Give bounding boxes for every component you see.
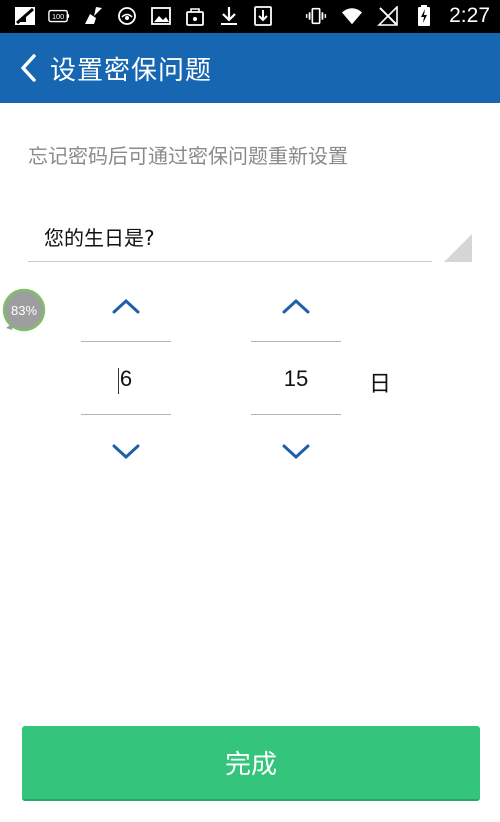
signal-off-icon	[14, 6, 36, 26]
chevron-left-icon	[21, 54, 36, 82]
month-divider-top	[81, 341, 171, 342]
battery-100-icon: 100	[48, 6, 70, 26]
chevron-up-icon	[112, 298, 140, 314]
month-divider-bottom	[81, 414, 171, 415]
dropdown-triangle-icon[interactable]	[444, 234, 472, 262]
month-value[interactable]: 6	[81, 366, 171, 392]
broom-icon	[82, 6, 104, 26]
hint-text: 忘记密码后可通过密保问题重新设置	[28, 144, 348, 168]
status-bar: 100 2:27	[0, 0, 500, 33]
day-up-button[interactable]	[251, 288, 341, 324]
app-bar: 设置密保问题	[0, 33, 500, 103]
no-signal-icon	[377, 6, 399, 26]
battery-charging-icon	[413, 5, 435, 26]
status-bar-right-icons: 2:27	[305, 4, 490, 28]
page-title: 设置密保问题	[50, 56, 213, 86]
download-box-icon	[252, 6, 274, 26]
security-question-value: 您的生日是?	[44, 226, 155, 250]
eye-icon	[116, 6, 138, 26]
day-down-button[interactable]	[251, 434, 341, 470]
chevron-down-icon	[112, 444, 140, 460]
text-cursor	[118, 368, 119, 394]
month-down-button[interactable]	[81, 434, 171, 470]
svg-text:100: 100	[52, 12, 64, 21]
status-bar-left-icons: 100	[14, 5, 274, 27]
bag-icon	[184, 6, 206, 26]
chevron-down-icon	[282, 444, 310, 460]
back-button[interactable]	[14, 51, 42, 85]
month-picker: 6	[81, 286, 171, 476]
chevron-up-icon	[282, 298, 310, 314]
wifi-icon	[341, 6, 363, 26]
download-icon	[218, 6, 240, 26]
floating-badge-text: 83%	[11, 303, 37, 318]
vibrate-icon	[305, 6, 327, 26]
security-question-select[interactable]: 您的生日是?	[28, 212, 432, 262]
status-time: 2:27	[449, 4, 490, 27]
day-value[interactable]: 15	[251, 366, 341, 392]
image-icon	[150, 6, 172, 26]
month-up-button[interactable]	[81, 288, 171, 324]
done-button[interactable]: 完成	[22, 726, 480, 801]
day-unit-label: 日	[369, 372, 392, 397]
day-picker: 15	[251, 286, 341, 476]
day-divider-top	[251, 341, 341, 342]
floating-progress-badge[interactable]: 83%	[2, 288, 46, 332]
day-divider-bottom	[251, 414, 341, 415]
